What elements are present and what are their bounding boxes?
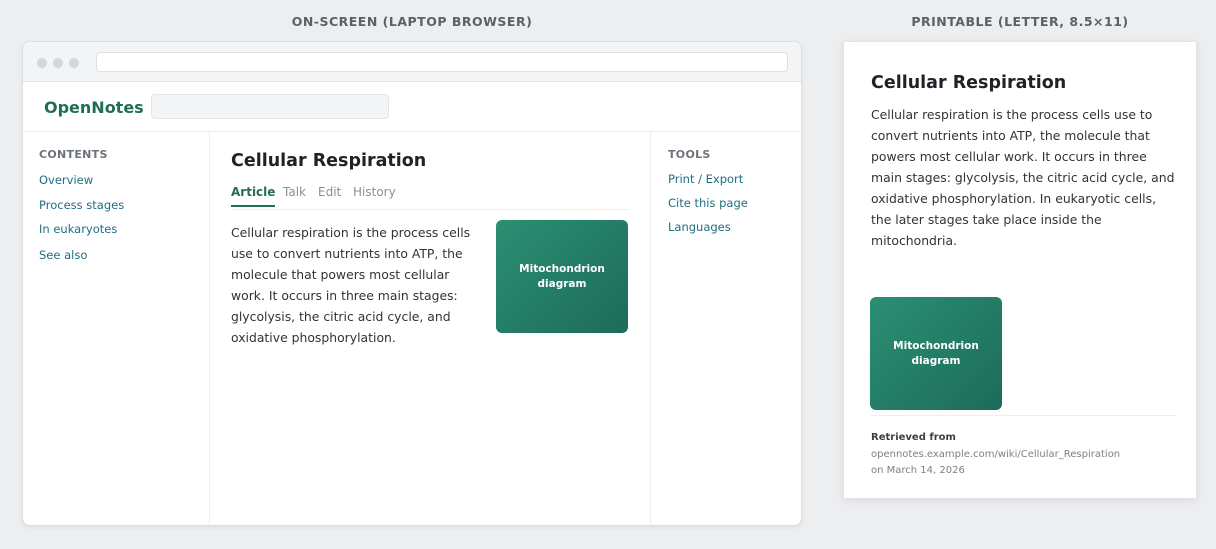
contents-link-see-also[interactable]: See also: [39, 248, 87, 262]
browser-window: OpenNotes CONTENTS Overview Process stag…: [22, 41, 802, 526]
page-layout: CONTENTS Overview Process stages In euka…: [23, 132, 801, 525]
contents-link-process-stages[interactable]: Process stages: [39, 198, 124, 212]
contents-sidebar: CONTENTS Overview Process stages In euka…: [23, 132, 210, 525]
window-maximize-dot[interactable]: [69, 58, 79, 68]
tab-talk[interactable]: Talk: [283, 185, 306, 199]
site-header: OpenNotes: [23, 82, 801, 132]
article-title: Cellular Respiration: [231, 151, 427, 171]
print-mitochondrion-figure: Mitochondrion diagram: [870, 297, 1002, 410]
window-close-dot[interactable]: [37, 58, 47, 68]
tab-history[interactable]: History: [353, 185, 396, 199]
article-main: Cellular Respiration Article Talk Edit H…: [210, 132, 650, 525]
tools-link-print-export[interactable]: Print / Export: [668, 172, 743, 186]
screen-caption: ON-SCREEN (LAPTOP BROWSER): [291, 14, 533, 29]
tab-article[interactable]: Article: [231, 185, 276, 207]
print-body: Cellular respiration is the process cell…: [871, 107, 1175, 248]
contents-link-overview[interactable]: Overview: [39, 173, 93, 187]
tools-link-languages[interactable]: Languages: [668, 220, 731, 234]
printable-page: Cellular Respiration Cellular respiratio…: [843, 41, 1197, 499]
print-title: Cellular Respiration: [871, 73, 1067, 93]
print-caption: PRINTABLE (LETTER, 8.5×11): [911, 14, 1129, 29]
tools-sidebar: TOOLS Print / Export Cite this page Lang…: [650, 132, 801, 525]
window-minimize-dot[interactable]: [53, 58, 63, 68]
tools-heading: TOOLS: [668, 148, 711, 161]
contents-link-in-eukaryotes[interactable]: In eukaryotes: [39, 222, 117, 236]
figure-label: Mitochondrion diagram: [519, 262, 605, 290]
site-search-input[interactable]: [151, 94, 389, 119]
mitochondrion-figure: Mitochondrion diagram: [496, 220, 628, 333]
print-divider: [871, 415, 1176, 416]
site-logo[interactable]: OpenNotes: [44, 98, 144, 117]
address-bar[interactable]: [96, 52, 788, 72]
retrieved-label: Retrieved from: [871, 432, 956, 443]
retrieved-date: on March 14, 2026: [871, 465, 965, 476]
print-figure-label: Mitochondrion diagram: [893, 339, 979, 367]
article-tabs: Article Talk Edit History: [231, 184, 629, 210]
article-body: Cellular respiration is the process cell…: [231, 225, 471, 345]
tab-edit[interactable]: Edit: [318, 185, 341, 199]
retrieved-url: opennotes.example.com/wiki/Cellular_Resp…: [871, 449, 1121, 460]
tools-link-cite[interactable]: Cite this page: [668, 196, 748, 210]
browser-chrome: [23, 42, 801, 82]
contents-heading: CONTENTS: [39, 148, 108, 161]
